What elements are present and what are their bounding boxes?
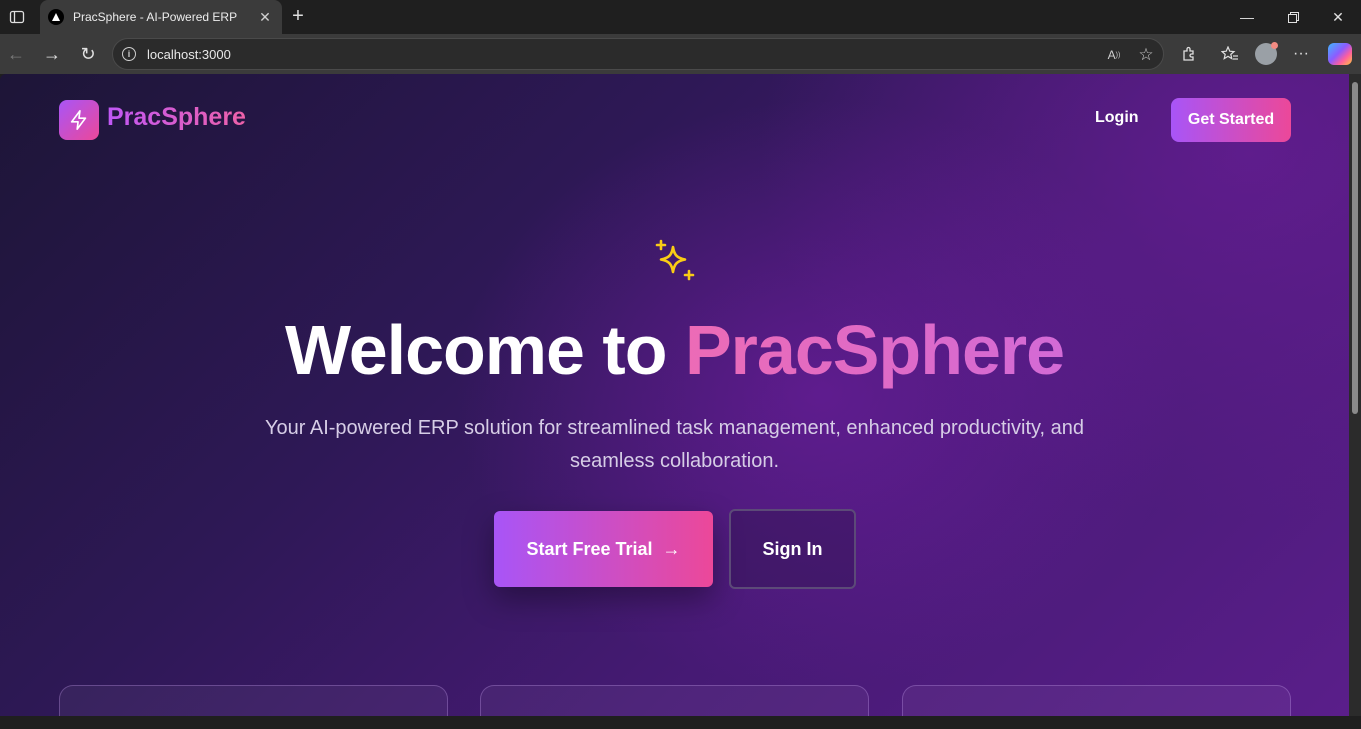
forward-icon[interactable]: → [38,40,66,68]
login-link[interactable]: Login [1083,107,1151,129]
favorites-icon[interactable] [1218,42,1242,66]
start-free-trial-label: Start Free Trial [526,538,653,559]
hero-title-accent: PracSphere [684,311,1065,389]
favicon-icon [48,9,64,25]
browser-toolbar: ← → ↻ i localhost:3000 A)) ☆ ··· [0,34,1361,74]
copilot-icon[interactable] [1328,43,1352,65]
back-icon[interactable]: ← [2,40,30,68]
sparkles-icon [655,239,695,281]
restore-icon[interactable] [1270,0,1316,34]
feature-card [480,685,869,716]
read-aloud-icon[interactable]: A)) [1103,44,1125,66]
arrow-right-icon: → [662,538,681,559]
get-started-button[interactable]: Get Started [1171,98,1291,142]
page-viewport: PracSphere Login Get Started Welcome to … [0,74,1349,716]
browser-tab[interactable]: PracSphere - AI-Powered ERP ✕ [40,0,282,34]
plus-icon[interactable]: + [286,4,310,28]
taskbar-strip [0,716,1361,729]
hero-subtitle: Your AI-powered ERP solution for streaml… [265,417,1084,472]
address-bar[interactable]: i localhost:3000 A)) ☆ [112,38,1164,70]
url-text[interactable]: localhost:3000 [147,47,231,62]
start-free-trial-button[interactable]: Start Free Trial → [494,511,713,587]
scrollbar-thumb[interactable] [1352,82,1358,414]
sidebar-toggle-icon[interactable] [4,4,30,30]
hero-title: Welcome to PracSphere [0,310,1349,390]
logo[interactable] [59,100,99,140]
refresh-icon[interactable]: ↻ [74,40,102,68]
favorite-star-icon[interactable]: ☆ [1135,44,1157,66]
close-icon[interactable]: ✕ [256,8,274,26]
scrollbar[interactable] [1349,74,1361,716]
sign-in-button[interactable]: Sign In [729,509,856,589]
lightning-icon [70,110,87,130]
hero-title-prefix: Welcome to [284,311,668,389]
brand-name[interactable]: PracSphere [107,103,246,132]
info-icon[interactable]: i [122,47,136,61]
notification-dot [1271,42,1278,49]
minimize-icon[interactable]: — [1224,0,1270,34]
extensions-icon[interactable] [1177,42,1201,66]
feature-card [59,685,448,716]
more-icon[interactable]: ··· [1289,42,1313,66]
feature-card [902,685,1291,716]
window-close-icon[interactable]: ✕ [1315,0,1361,34]
tab-title: PracSphere - AI-Powered ERP [73,10,238,24]
browser-tab-bar: PracSphere - AI-Powered ERP ✕ + — ✕ [0,0,1361,34]
